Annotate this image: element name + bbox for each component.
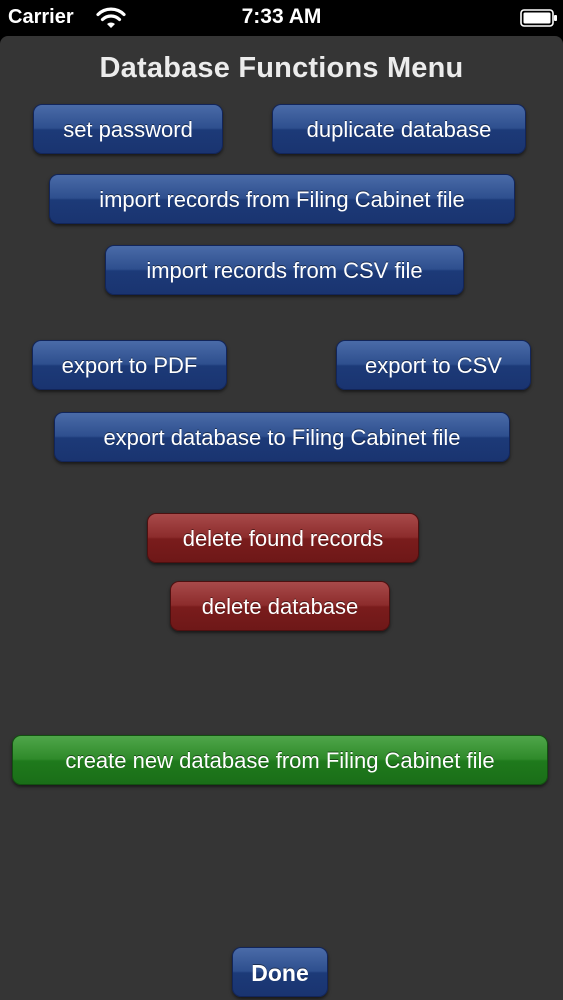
delete-found-records-button[interactable]: delete found records xyxy=(147,513,419,563)
set-password-button[interactable]: set password xyxy=(33,104,223,154)
create-new-database-button[interactable]: create new database from Filing Cabinet … xyxy=(12,735,548,785)
page-title: Database Functions Menu xyxy=(99,52,464,84)
clock: 7:33 AM xyxy=(241,5,322,28)
export-pdf-button[interactable]: export to PDF xyxy=(32,340,227,390)
export-filing-cabinet-button[interactable]: export database to Filing Cabinet file xyxy=(54,412,510,462)
import-filing-cabinet-button[interactable]: import records from Filing Cabinet file xyxy=(49,174,515,224)
duplicate-database-button[interactable]: duplicate database xyxy=(272,104,526,154)
export-csv-button[interactable]: export to CSV xyxy=(336,340,531,390)
import-csv-button[interactable]: import records from CSV file xyxy=(105,245,464,295)
status-bar: Carrier 7:33 AM xyxy=(0,0,563,36)
battery-icon xyxy=(520,9,557,27)
delete-database-button[interactable]: delete database xyxy=(170,581,390,631)
done-button[interactable]: Done xyxy=(232,947,328,997)
